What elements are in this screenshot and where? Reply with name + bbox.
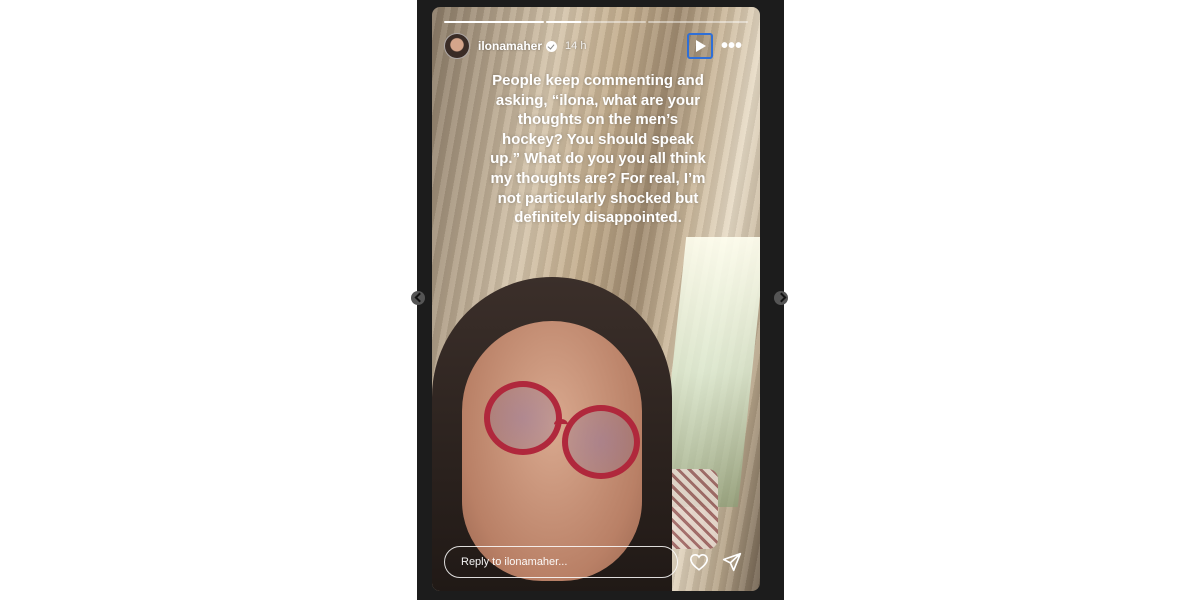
- time-ago: 14 h: [565, 40, 587, 52]
- play-button[interactable]: [686, 33, 713, 59]
- page: ilonamaher 14 h ••• People keep commenti…: [0, 0, 1200, 600]
- progress-segment: [546, 21, 646, 23]
- story-caption: People keep commenting and asking, “ilon…: [490, 72, 706, 227]
- reply-input[interactable]: Reply to ilonamaher...: [444, 546, 678, 578]
- face: [462, 321, 642, 581]
- previous-story-button[interactable]: [411, 291, 425, 305]
- more-options-icon[interactable]: •••: [721, 36, 742, 56]
- avatar[interactable]: [444, 33, 470, 59]
- progress-fill: [444, 21, 544, 23]
- glasses-left-lens: [484, 381, 562, 455]
- progress-segment: [648, 21, 748, 23]
- story-frame[interactable]: ilonamaher 14 h ••• People keep commenti…: [432, 7, 760, 591]
- chevron-left-icon: [414, 292, 425, 303]
- next-story-button[interactable]: [774, 291, 788, 305]
- story-footer: Reply to ilonamaher...: [444, 545, 748, 579]
- progress-fill: [546, 21, 581, 23]
- story-header: ilonamaher 14 h •••: [444, 33, 748, 59]
- heart-icon[interactable]: [687, 550, 711, 574]
- send-icon[interactable]: [720, 550, 744, 574]
- play-icon: [695, 40, 706, 52]
- progress-segment: [444, 21, 544, 23]
- verified-badge-icon: [546, 40, 558, 52]
- story-progress-bar: [444, 21, 748, 23]
- glasses-right-lens: [562, 405, 640, 479]
- chevron-right-icon: [776, 292, 787, 303]
- username[interactable]: ilonamaher: [478, 39, 542, 53]
- reply-placeholder: Reply to ilonamaher...: [461, 556, 568, 568]
- selfie-person: [432, 277, 672, 591]
